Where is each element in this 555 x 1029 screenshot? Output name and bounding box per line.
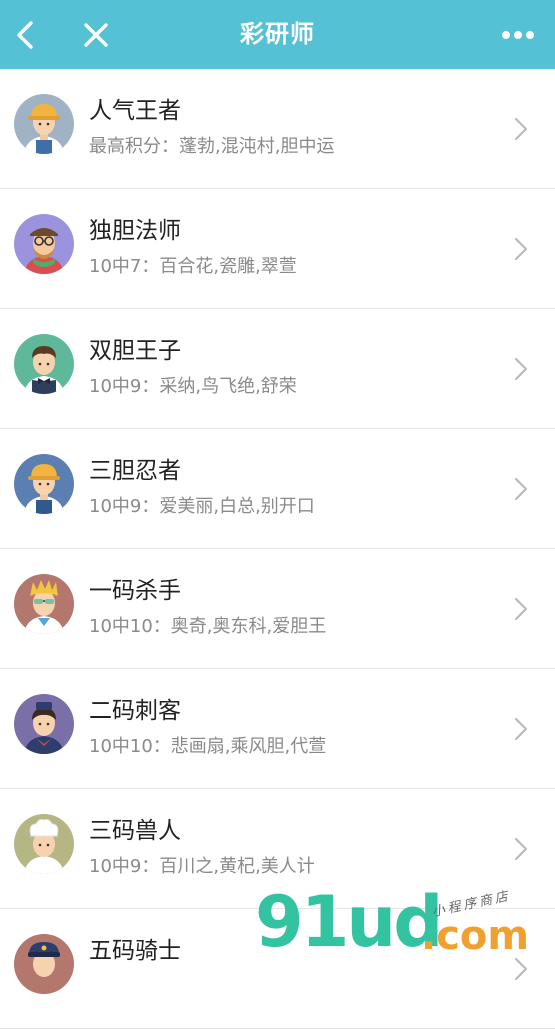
page-title: 彩研师 xyxy=(240,20,315,48)
more-icon xyxy=(502,31,534,39)
more-button[interactable] xyxy=(497,14,539,56)
item-title: 人气王者 xyxy=(89,98,181,124)
item-subtitle: 10中7：百合花,瓷雕,翠萱 xyxy=(89,256,297,277)
worker-hardhat-avatar-icon xyxy=(14,94,74,154)
waiter-bowtie-avatar-icon xyxy=(14,334,74,394)
item-subtitle: 10中9：百川之,黄杞,美人计 xyxy=(89,856,315,877)
chevron-right-icon xyxy=(515,118,527,140)
chevron-right-icon xyxy=(515,238,527,260)
list-item[interactable]: 二码刺客 10中10：悲画扇,乘风胆,代萱 xyxy=(0,669,555,789)
item-subtitle: 10中10：奥奇,奥东科,爱胆王 xyxy=(89,616,327,637)
chef-avatar-icon xyxy=(14,814,74,874)
worker-hardhat-avatar-icon xyxy=(14,454,74,514)
item-title: 双胆王子 xyxy=(89,338,181,364)
list-item[interactable]: 独胆法师 10中7：百合花,瓷雕,翠萱 xyxy=(0,189,555,309)
list-item[interactable]: 人气王者 最高积分：蓬勃,混沌村,胆中运 xyxy=(0,69,555,189)
flight-attendant-avatar-icon xyxy=(14,694,74,754)
item-title: 独胆法师 xyxy=(89,218,181,244)
list-item[interactable]: 双胆王子 10中9：采纳,鸟飞绝,舒荣 xyxy=(0,309,555,429)
chevron-right-icon xyxy=(515,478,527,500)
item-title: 一码杀手 xyxy=(89,578,181,604)
list-item[interactable]: 三胆忍者 10中9：爱美丽,白总,别开口 xyxy=(0,429,555,549)
watermark-main-text: 91ud xyxy=(255,881,443,963)
top-nav-bar: 彩研师 xyxy=(0,0,555,69)
item-subtitle: 10中10：悲画扇,乘风胆,代萱 xyxy=(89,736,327,757)
chevron-right-icon xyxy=(515,358,527,380)
item-title: 三胆忍者 xyxy=(89,458,181,484)
police-avatar-icon xyxy=(14,934,74,994)
item-subtitle: 10中9：爱美丽,白总,别开口 xyxy=(89,496,315,517)
watermark-logo: 91ud .com 小程序商店 xyxy=(255,885,555,960)
blonde-sunglasses-avatar-icon xyxy=(14,574,74,634)
chevron-right-icon xyxy=(515,598,527,620)
chevron-right-icon xyxy=(515,838,527,860)
item-subtitle: 最高积分：蓬勃,混沌村,胆中运 xyxy=(89,136,335,157)
item-subtitle: 10中9：采纳,鸟飞绝,舒荣 xyxy=(89,376,297,397)
item-title: 三码兽人 xyxy=(89,818,181,844)
list-item[interactable]: 一码杀手 10中10：奥奇,奥东科,爱胆王 xyxy=(0,549,555,669)
chevron-right-icon xyxy=(515,718,527,740)
item-title: 二码刺客 xyxy=(89,698,181,724)
hipster-glasses-avatar-icon xyxy=(14,214,74,274)
